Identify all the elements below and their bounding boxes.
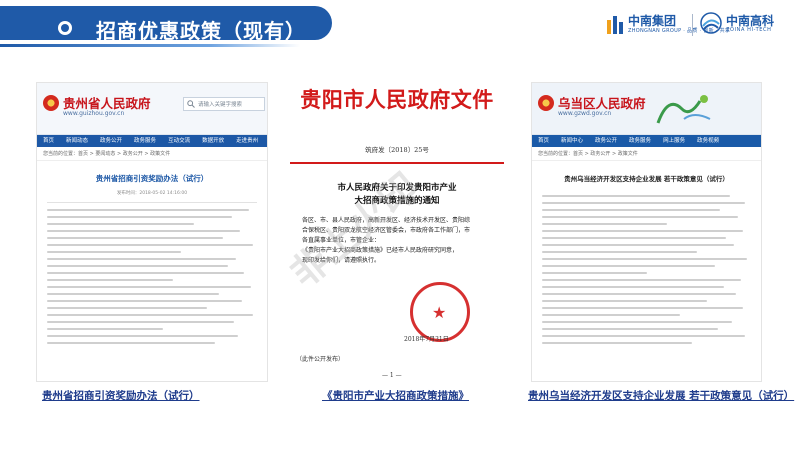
logo-divider bbox=[692, 14, 693, 36]
nav-item[interactable]: 网上服务 bbox=[657, 135, 691, 147]
search-input[interactable]: 请输入关键字搜索 bbox=[183, 97, 265, 111]
nav-item[interactable]: 政务服务 bbox=[128, 135, 162, 147]
site-header: 贵州省人民政府 www.guizhou.gov.cn 请输入关键字搜索 bbox=[37, 83, 267, 135]
site-nav: 首页 新闻中心 政务公开 政务服务 网上服务 政务视频 bbox=[532, 135, 761, 147]
nav-item[interactable]: 互动交流 bbox=[162, 135, 196, 147]
doc-title: 贵州乌当经济开发区支持企业发展 若干政策意见（试行） bbox=[564, 175, 729, 183]
nav-item[interactable]: 走进贵州 bbox=[230, 135, 264, 147]
site-header: 乌当区人民政府 www.gzwd.gov.cn bbox=[532, 83, 761, 135]
nav-item[interactable]: 政务服务 bbox=[623, 135, 657, 147]
district-art-logo-icon bbox=[656, 95, 711, 124]
zhongnan-logo-icon bbox=[607, 16, 623, 34]
zoina-logo-icon bbox=[700, 12, 722, 34]
caption-guizhou-policy[interactable]: 贵州省招商引资奖励办法（试行） bbox=[42, 388, 200, 403]
breadcrumb: 您当前的位置：首页 > 要闻动态 > 政务公开 > 政策文件 bbox=[37, 147, 267, 161]
site-url: www.guizhou.gov.cn bbox=[63, 110, 125, 117]
zhongnan-group-logo: 中南集团 ZHONGNAN GROUP · 品质 · 创新 · 共享 bbox=[606, 12, 730, 40]
zoina-hitech-logo: 中南高科 ZOINA HI-TECH bbox=[700, 12, 796, 40]
title-bullet-icon bbox=[58, 21, 72, 35]
title-bar: 招商优惠政策（现有） bbox=[0, 6, 332, 43]
doc-body-text bbox=[532, 189, 761, 344]
page-title: 招商优惠政策（现有） bbox=[96, 19, 306, 43]
national-emblem-icon bbox=[43, 95, 59, 111]
nav-item[interactable]: 首页 bbox=[532, 135, 555, 147]
gov-doc-date: 2018年7月31日 bbox=[404, 336, 449, 343]
official-seal-icon: ★ bbox=[410, 282, 470, 342]
guizhou-gov-screenshot: 贵州省人民政府 www.guizhou.gov.cn 请输入关键字搜索 首页 新… bbox=[36, 82, 268, 382]
gov-doc-page: — 1 — bbox=[382, 372, 402, 379]
title-underline bbox=[0, 44, 300, 47]
nav-item[interactable]: 新闻动态 bbox=[60, 135, 94, 147]
logo2-en: ZOINA HI-TECH bbox=[726, 27, 772, 33]
wudang-gov-screenshot: 乌当区人民政府 www.gzwd.gov.cn 首页 新闻中心 政务公开 政务服… bbox=[531, 82, 762, 382]
doc-meta: 发布时间：2018-05-02 14:16:00 bbox=[47, 190, 257, 203]
caption-wudang-policy[interactable]: 贵州乌当经济开发区支持企业发展 若干政策意见（试行） bbox=[528, 388, 794, 403]
gov-doc-header: 贵阳市人民政府文件 bbox=[300, 87, 494, 112]
doc-title: 贵州省招商引资奖励办法（试行） bbox=[95, 174, 209, 183]
slide: 招商优惠政策（现有） 中南集团 ZHONGNAN GROUP · 品质 · 创新… bbox=[0, 0, 800, 450]
breadcrumb: 您当前的位置：首页 > 政务公开 > 政策文件 bbox=[532, 147, 761, 161]
caption-guiyang-policy[interactable]: 《贵阳市产业大招商政策措施》 bbox=[322, 388, 469, 403]
nav-item[interactable]: 政务公开 bbox=[589, 135, 623, 147]
nav-item[interactable]: 新闻中心 bbox=[555, 135, 589, 147]
site-nav: 首页 新闻动态 政务公开 政务服务 互动交流 数据开放 走进贵州 bbox=[37, 135, 267, 147]
nav-item[interactable]: 首页 bbox=[37, 135, 60, 147]
gov-doc-footnote: （此件公开发布） bbox=[296, 356, 345, 363]
gov-doc-number: 筑府发〔2018〕25号 bbox=[365, 146, 429, 154]
site-url: www.gzwd.gov.cn bbox=[558, 110, 612, 117]
nav-item[interactable]: 政务公开 bbox=[94, 135, 128, 147]
doc-body-text bbox=[37, 203, 267, 344]
search-icon bbox=[187, 100, 195, 108]
national-emblem-icon bbox=[538, 95, 554, 111]
search-placeholder: 请输入关键字搜索 bbox=[198, 102, 243, 108]
nav-item[interactable]: 数据开放 bbox=[196, 135, 230, 147]
nav-item[interactable]: 政务视频 bbox=[691, 135, 725, 147]
